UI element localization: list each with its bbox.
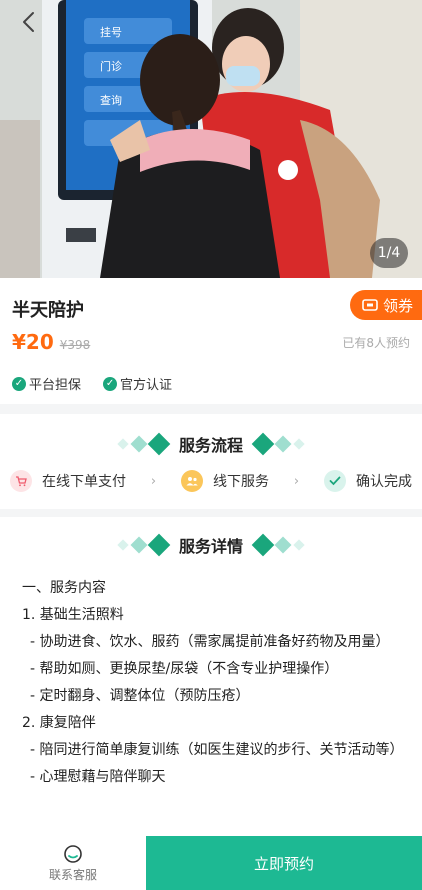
book-now-button[interactable]: 立即预约 xyxy=(146,836,422,890)
price-row: ¥20 ¥398 xyxy=(12,330,90,354)
kiosk-label: 门诊 xyxy=(100,59,122,73)
detail-line: - 定时翻身、调整体位（预防压疮） xyxy=(30,688,250,704)
decor-diamond xyxy=(251,432,275,456)
guarantee-badge: ✓ 平台担保 xyxy=(12,374,81,393)
decor-diamond xyxy=(117,539,129,551)
chevron-right-icon: › xyxy=(150,473,157,489)
guarantee-label: 官方认证 xyxy=(120,378,173,393)
step-label: 确认完成 xyxy=(355,474,412,490)
section-title: 服务详情 xyxy=(178,537,243,556)
process-step: 确认完成 xyxy=(323,470,412,492)
ticket-icon xyxy=(362,299,378,311)
decor-diamond xyxy=(117,438,129,450)
price: ¥20 xyxy=(12,330,54,354)
cart-icon xyxy=(10,470,32,492)
people-icon xyxy=(180,470,203,492)
decor-diamond xyxy=(147,432,171,456)
bottom-action-bar: 联系客服 立即预约 xyxy=(0,836,422,890)
detail-line: - 心理慰藉与陪伴聊天 xyxy=(30,769,166,785)
decor-diamond xyxy=(130,435,148,453)
decor-diamond xyxy=(293,539,305,551)
section-header: 服务详情 xyxy=(0,533,422,557)
customer-service-label: 联系客服 xyxy=(48,867,97,882)
step-label: 线下服务 xyxy=(212,474,269,490)
chevron-left-icon xyxy=(23,12,34,32)
coupon-label: 领券 xyxy=(383,296,414,315)
chevron-right-icon: › xyxy=(293,473,300,489)
decor-diamond xyxy=(274,536,292,554)
hero-photo: 挂号 门诊 查询 xyxy=(0,0,422,278)
detail-line: 一、服务内容 xyxy=(22,580,106,596)
step-label: 在线下单支付 xyxy=(42,474,126,490)
decor-diamond xyxy=(251,533,275,557)
guarantee-label: 平台担保 xyxy=(29,378,82,393)
process-step: 在线下单支付 xyxy=(10,470,126,492)
guarantee-badge: ✓ 官方认证 xyxy=(103,374,172,393)
service-process-card: 服务流程 在线下单支付 › 线下服务 › 确认完成 xyxy=(0,414,422,509)
section-header: 服务流程 xyxy=(0,432,422,456)
check-icon xyxy=(323,470,346,492)
image-pager: 1/4 xyxy=(370,238,408,268)
detail-line: - 协助进食、饮水、服药（需家属提前准备好药物及用量） xyxy=(30,634,390,650)
process-steps: 在线下单支付 › 线下服务 › 确认完成 xyxy=(10,470,412,492)
back-button[interactable] xyxy=(14,8,42,36)
check-circle-icon: ✓ xyxy=(103,376,118,391)
check-circle-icon: ✓ xyxy=(12,376,26,391)
detail-line: 1. 基础生活照料 xyxy=(22,607,124,623)
decor-diamond xyxy=(130,536,148,554)
original-price: ¥398 xyxy=(59,338,91,352)
hero-image[interactable]: 挂号 门诊 查询 1/4 xyxy=(0,0,422,278)
detail-content: 一、服务内容 1. 基础生活照料 - 协助进食、饮水、服药（需家属提前准备好药物… xyxy=(22,575,404,791)
kiosk-label: 查询 xyxy=(100,93,122,107)
detail-line: - 帮助如厕、更换尿垫/尿袋（不含专业护理操作） xyxy=(30,661,339,677)
process-step: 线下服务 xyxy=(180,470,269,492)
decor-diamond xyxy=(274,435,292,453)
customer-service-button[interactable]: 联系客服 xyxy=(0,836,146,890)
coupon-button[interactable]: 领券 xyxy=(350,290,422,320)
kiosk-label: 挂号 xyxy=(100,25,122,39)
product-info-card: 半天陪护 领券 ¥20 ¥398 已有8人预约 ✓ 平台担保 ✓ 官方认证 xyxy=(0,278,422,404)
headset-icon xyxy=(64,844,82,863)
decor-diamond xyxy=(147,533,171,557)
section-title: 服务流程 xyxy=(178,436,243,455)
product-title: 半天陪护 xyxy=(12,300,84,321)
detail-line: 2. 康复陪伴 xyxy=(22,715,96,731)
detail-line: - 陪同进行简单康复训练（如医生建议的步行、关节活动等） xyxy=(30,742,404,758)
guarantee-badges: ✓ 平台担保 ✓ 官方认证 xyxy=(12,374,172,393)
service-detail-card: 服务详情 一、服务内容 1. 基础生活照料 - 协助进食、饮水、服药（需家属提前… xyxy=(0,517,422,837)
book-now-label: 立即预约 xyxy=(253,854,314,873)
decor-diamond xyxy=(293,438,305,450)
booked-count: 已有8人预约 xyxy=(342,336,410,350)
